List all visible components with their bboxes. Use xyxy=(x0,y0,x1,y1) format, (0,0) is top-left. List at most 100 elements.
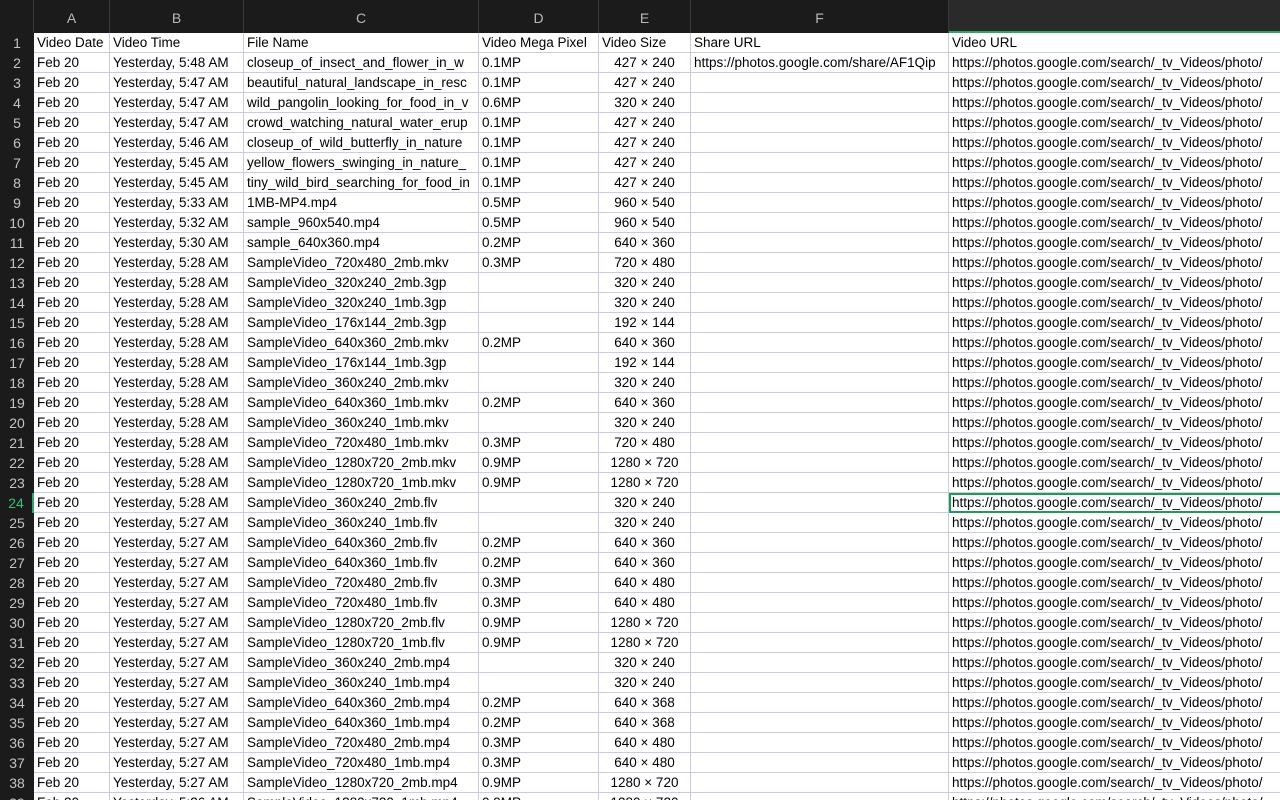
table-cell[interactable]: beautiful_natural_landscape_in_resc xyxy=(244,73,479,93)
table-cell[interactable]: Yesterday, 5:28 AM xyxy=(110,273,244,293)
column-title-cell[interactable]: Video Mega Pixel xyxy=(479,33,599,53)
table-cell[interactable]: 0.2MP xyxy=(479,333,599,353)
row-header[interactable]: 30 xyxy=(0,613,34,633)
table-cell[interactable]: Yesterday, 5:28 AM xyxy=(110,473,244,493)
table-cell[interactable]: 0.2MP xyxy=(479,233,599,253)
table-cell[interactable]: Yesterday, 5:27 AM xyxy=(110,653,244,673)
table-cell[interactable]: SampleVideo_1280x720_2mb.mp4 xyxy=(244,773,479,793)
column-header-a[interactable]: A xyxy=(34,0,110,33)
table-cell[interactable]: https://photos.google.com/search/_tv_Vid… xyxy=(949,213,1280,233)
table-cell[interactable]: sample_640x360.mp4 xyxy=(244,233,479,253)
table-cell[interactable]: Yesterday, 5:47 AM xyxy=(110,113,244,133)
column-header-b[interactable]: B xyxy=(110,0,244,33)
table-cell[interactable]: Feb 20 xyxy=(34,93,110,113)
table-cell[interactable]: 0.1MP xyxy=(479,113,599,133)
table-cell[interactable]: SampleVideo_360x240_1mb.mp4 xyxy=(244,673,479,693)
table-cell[interactable]: https://photos.google.com/search/_tv_Vid… xyxy=(949,313,1280,333)
table-cell[interactable]: Yesterday, 5:45 AM xyxy=(110,173,244,193)
table-cell[interactable]: https://photos.google.com/search/_tv_Vid… xyxy=(949,713,1280,733)
table-cell[interactable]: Feb 20 xyxy=(34,293,110,313)
table-cell[interactable]: 0.1MP xyxy=(479,153,599,173)
table-cell[interactable] xyxy=(691,573,949,593)
table-cell[interactable]: https://photos.google.com/search/_tv_Vid… xyxy=(949,93,1280,113)
table-cell[interactable]: 0.3MP xyxy=(479,733,599,753)
table-cell[interactable] xyxy=(691,273,949,293)
table-cell[interactable] xyxy=(691,413,949,433)
table-cell[interactable]: 640 × 480 xyxy=(599,573,691,593)
table-cell[interactable]: 0.9MP xyxy=(479,793,599,800)
table-cell[interactable]: 0.2MP xyxy=(479,693,599,713)
table-cell[interactable]: Feb 20 xyxy=(34,593,110,613)
table-cell[interactable]: Feb 20 xyxy=(34,273,110,293)
table-cell[interactable]: 1280 × 720 xyxy=(599,773,691,793)
table-cell[interactable]: Yesterday, 5:28 AM xyxy=(110,433,244,453)
table-cell[interactable]: Feb 20 xyxy=(34,433,110,453)
table-cell[interactable]: closeup_of_wild_butterfly_in_nature xyxy=(244,133,479,153)
table-cell[interactable]: 320 × 240 xyxy=(599,93,691,113)
table-cell[interactable]: Feb 20 xyxy=(34,533,110,553)
table-cell[interactable]: Feb 20 xyxy=(34,53,110,73)
table-cell[interactable] xyxy=(691,313,949,333)
table-cell[interactable]: 1280 × 720 xyxy=(599,453,691,473)
table-cell[interactable] xyxy=(479,673,599,693)
row-header[interactable]: 24 xyxy=(0,493,34,513)
row-header[interactable]: 28 xyxy=(0,573,34,593)
table-cell[interactable]: closeup_of_insect_and_flower_in_w xyxy=(244,53,479,73)
table-cell[interactable]: https://photos.google.com/search/_tv_Vid… xyxy=(949,133,1280,153)
column-title-cell[interactable]: File Name xyxy=(244,33,479,53)
table-cell[interactable]: Yesterday, 5:28 AM xyxy=(110,393,244,413)
table-cell[interactable]: https://photos.google.com/search/_tv_Vid… xyxy=(949,433,1280,453)
row-header[interactable]: 38 xyxy=(0,773,34,793)
table-cell[interactable] xyxy=(479,273,599,293)
table-cell[interactable] xyxy=(479,353,599,373)
table-cell[interactable]: https://photos.google.com/search/_tv_Vid… xyxy=(949,253,1280,273)
table-cell[interactable] xyxy=(691,113,949,133)
table-cell[interactable]: Feb 20 xyxy=(34,73,110,93)
table-cell[interactable]: https://photos.google.com/search/_tv_Vid… xyxy=(949,53,1280,73)
row-header[interactable]: 37 xyxy=(0,753,34,773)
table-cell[interactable]: 0.1MP xyxy=(479,173,599,193)
table-cell[interactable]: 640 × 360 xyxy=(599,393,691,413)
column-header-d[interactable]: D xyxy=(479,0,599,33)
table-cell[interactable] xyxy=(691,453,949,473)
table-cell[interactable]: Yesterday, 5:27 AM xyxy=(110,713,244,733)
table-cell[interactable]: https://photos.google.com/search/_tv_Vid… xyxy=(949,613,1280,633)
table-cell[interactable]: SampleVideo_720x480_2mb.mkv xyxy=(244,253,479,273)
table-cell[interactable]: 640 × 368 xyxy=(599,713,691,733)
table-cell[interactable]: SampleVideo_720x480_2mb.flv xyxy=(244,573,479,593)
table-cell[interactable]: https://photos.google.com/search/_tv_Vid… xyxy=(949,633,1280,653)
table-cell[interactable]: Yesterday, 5:27 AM xyxy=(110,693,244,713)
table-cell[interactable] xyxy=(479,293,599,313)
table-cell[interactable]: 0.9MP xyxy=(479,773,599,793)
table-cell[interactable]: sample_960x540.mp4 xyxy=(244,213,479,233)
row-header[interactable]: 16 xyxy=(0,333,34,353)
table-cell[interactable]: Yesterday, 5:32 AM xyxy=(110,213,244,233)
table-cell[interactable]: 320 × 240 xyxy=(599,513,691,533)
table-cell[interactable]: Feb 20 xyxy=(34,673,110,693)
row-header[interactable]: 14 xyxy=(0,293,34,313)
table-cell[interactable]: Feb 20 xyxy=(34,573,110,593)
table-cell[interactable]: SampleVideo_176x144_2mb.3gp xyxy=(244,313,479,333)
table-cell[interactable]: SampleVideo_1280x720_2mb.flv xyxy=(244,613,479,633)
row-header[interactable]: 8 xyxy=(0,173,34,193)
row-header[interactable]: 32 xyxy=(0,653,34,673)
table-cell[interactable]: https://photos.google.com/search/_tv_Vid… xyxy=(949,473,1280,493)
table-cell[interactable]: 0.1MP xyxy=(479,133,599,153)
table-cell[interactable]: 0.6MP xyxy=(479,93,599,113)
table-cell[interactable]: Yesterday, 5:28 AM xyxy=(110,453,244,473)
table-cell[interactable]: Feb 20 xyxy=(34,613,110,633)
table-cell[interactable]: SampleVideo_1280x720_2mb.mkv xyxy=(244,453,479,473)
table-cell[interactable]: https://photos.google.com/search/_tv_Vid… xyxy=(949,653,1280,673)
row-header[interactable]: 4 xyxy=(0,93,34,113)
table-cell[interactable] xyxy=(691,633,949,653)
table-cell[interactable]: Yesterday, 5:27 AM xyxy=(110,773,244,793)
table-cell[interactable]: 0.5MP xyxy=(479,213,599,233)
table-cell[interactable]: Feb 20 xyxy=(34,513,110,533)
table-cell[interactable]: 0.2MP xyxy=(479,713,599,733)
row-header[interactable]: 20 xyxy=(0,413,34,433)
table-cell[interactable]: https://photos.google.com/search/_tv_Vid… xyxy=(949,513,1280,533)
table-cell[interactable]: Yesterday, 5:28 AM xyxy=(110,413,244,433)
table-cell[interactable]: Feb 20 xyxy=(34,233,110,253)
row-header[interactable]: 5 xyxy=(0,113,34,133)
table-cell[interactable] xyxy=(691,373,949,393)
